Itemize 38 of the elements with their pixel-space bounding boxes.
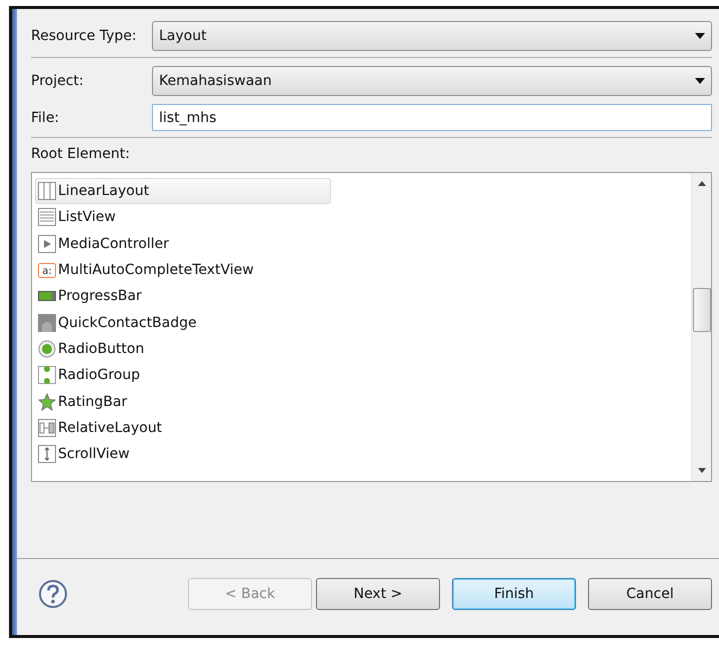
contact-badge-icon [38, 314, 56, 332]
list-item[interactable]: ScrollView [35, 440, 331, 468]
list-item[interactable]: ProgressBar [35, 283, 331, 310]
section-label: Root Element: [31, 146, 131, 162]
star-icon [38, 392, 56, 411]
file-input-field[interactable]: list_mhs [152, 104, 712, 131]
play-icon [38, 234, 56, 253]
field-label: File: [31, 110, 60, 126]
resource-type-dropdown[interactable]: Layout [152, 21, 712, 51]
list-item[interactable]: LinearLayout [35, 178, 331, 204]
scroll-thumb[interactable] [693, 288, 711, 332]
vertical-arrows-icon [38, 445, 56, 464]
list-icon [38, 208, 56, 226]
list-item[interactable]: a: MultiAutoCompleteTextView [35, 256, 331, 284]
radio-button-icon [38, 340, 56, 358]
wizard-button[interactable]: Finish [452, 578, 576, 610]
columns-icon [38, 182, 56, 200]
field-label: Project: [31, 73, 85, 89]
scroll-down-arrow-icon[interactable] [698, 468, 706, 473]
help-icon[interactable] [38, 579, 68, 609]
wizard-button[interactable]: Cancel [588, 578, 712, 610]
text-field-icon: a: [38, 261, 56, 280]
list-item[interactable]: QuickContactBadge [35, 309, 331, 336]
project-dropdown[interactable]: Kemahasiswaan [152, 66, 712, 96]
vertical-scrollbar[interactable] [691, 173, 711, 481]
list-item[interactable]: RatingBar [35, 388, 331, 415]
list-item[interactable]: RadioButton [35, 336, 331, 362]
field-label: Resource Type: [31, 28, 138, 44]
list-item[interactable]: ListView [35, 204, 331, 231]
relative-layout-icon [38, 418, 56, 437]
dropdown-arrow-icon [695, 78, 705, 84]
radio-group-icon [38, 366, 56, 384]
list-item[interactable]: RadioGroup [35, 362, 331, 388]
scroll-up-arrow-icon[interactable] [698, 181, 706, 186]
list-item[interactable]: RelativeLayout [35, 414, 331, 441]
wizard-button[interactable]: Next > [316, 578, 440, 610]
list-item[interactable]: MediaController [35, 230, 331, 257]
dropdown-arrow-icon [695, 33, 705, 39]
